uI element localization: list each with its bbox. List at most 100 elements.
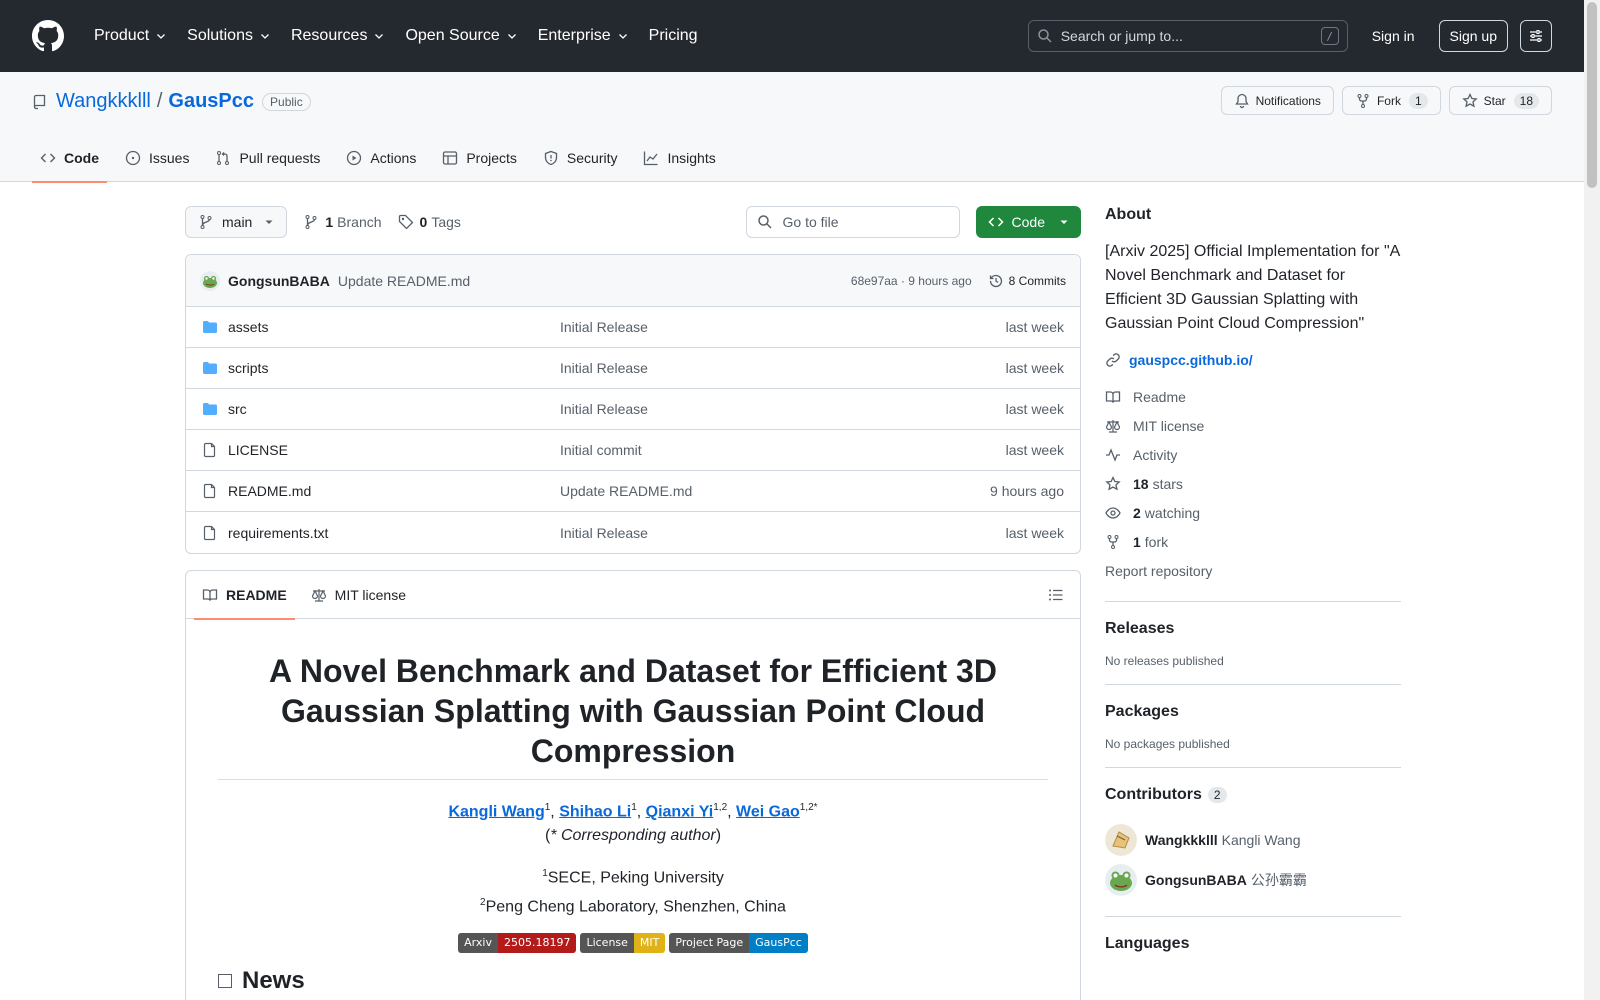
fork-label: fork bbox=[1144, 533, 1169, 550]
file-commit-message[interactable]: Initial commit bbox=[560, 442, 1006, 458]
watchers-link[interactable]: 2 watching bbox=[1105, 498, 1401, 527]
stars-count: 18 bbox=[1133, 475, 1149, 492]
readme-badge[interactable]: License MIT bbox=[580, 932, 666, 953]
sliders-menu-button[interactable] bbox=[1520, 20, 1552, 52]
readme-link[interactable]: Readme bbox=[1105, 382, 1401, 411]
author-link[interactable]: Qianxi Yi bbox=[646, 803, 714, 820]
file-row[interactable]: README.md Update README.md 9 hours ago bbox=[186, 471, 1080, 512]
sign-in-link[interactable]: Sign in bbox=[1372, 28, 1415, 44]
book-icon bbox=[1105, 390, 1121, 403]
repo-title: Wangkkklll / GausPcc Public bbox=[32, 90, 311, 113]
file-navigation: main 1 Branch 0 Tags Go to file Code bbox=[185, 206, 1081, 238]
notifications-label: Notifications bbox=[1255, 93, 1321, 108]
branch-selector[interactable]: main bbox=[185, 206, 288, 238]
activity-link[interactable]: Activity bbox=[1105, 440, 1401, 469]
sign-up-button[interactable]: Sign up bbox=[1438, 20, 1508, 52]
tab-mit-license[interactable]: MIT license bbox=[303, 571, 414, 619]
author-link[interactable]: Wei Gao bbox=[736, 803, 800, 820]
commits-history-link[interactable]: 8 Commits bbox=[988, 273, 1066, 289]
tab-security[interactable]: Security bbox=[535, 134, 626, 182]
packages-empty-text: No packages published bbox=[1105, 737, 1230, 751]
tab-insights[interactable]: Insights bbox=[635, 134, 723, 182]
tab-readme[interactable]: README bbox=[194, 571, 295, 620]
license-link[interactable]: MIT license bbox=[1105, 411, 1401, 440]
file-commit-message[interactable]: Initial Release bbox=[560, 319, 1006, 335]
file-commit-message[interactable]: Initial Release bbox=[560, 401, 1006, 417]
author-sup: 1 bbox=[544, 802, 551, 813]
nav-product[interactable]: Product bbox=[86, 20, 175, 52]
avatar[interactable] bbox=[200, 270, 220, 291]
go-to-file-input[interactable]: Go to file bbox=[745, 206, 960, 238]
file-commit-date: last week bbox=[1005, 360, 1064, 376]
chevron-down-icon bbox=[157, 34, 166, 39]
file-row[interactable]: requirements.txt Initial Release last week bbox=[186, 512, 1080, 553]
report-repository-link[interactable]: Report repository bbox=[1105, 556, 1401, 585]
contributor-item[interactable]: Wangkkklll Kangli Wang bbox=[1105, 820, 1401, 860]
stars-link[interactable]: 18 stars bbox=[1105, 469, 1401, 498]
file-list: GongsunBABA Update README.md 68e97aa · 9… bbox=[185, 254, 1081, 554]
file-commit-message[interactable]: Initial Release bbox=[560, 525, 1006, 541]
readme-tabs: README MIT license bbox=[186, 571, 1080, 620]
repo-owner-link[interactable]: Wangkkklll bbox=[56, 90, 151, 113]
contributors-heading[interactable]: Contributors 2 bbox=[1105, 786, 1401, 804]
nav-open-source[interactable]: Open Source bbox=[397, 20, 525, 52]
tab-projects[interactable]: Projects bbox=[434, 134, 525, 182]
file-name-link[interactable]: assets bbox=[228, 319, 560, 335]
homepage-link[interactable]: gauspcc.github.io/ bbox=[1105, 352, 1401, 368]
commit-hash-time[interactable]: 68e97aa · 9 hours ago bbox=[851, 274, 972, 288]
nav-enterprise[interactable]: Enterprise bbox=[530, 20, 637, 52]
global-search-input[interactable]: Search or jump to... / bbox=[1027, 20, 1348, 52]
author-link[interactable]: Kangli Wang bbox=[448, 803, 544, 820]
header-right: Search or jump to... / Sign in Sign up bbox=[1027, 20, 1552, 52]
nav-resources[interactable]: Resources bbox=[283, 20, 393, 52]
releases-empty-text: No releases published bbox=[1105, 654, 1224, 668]
book-icon bbox=[202, 588, 218, 601]
nav-solutions[interactable]: Solutions bbox=[179, 20, 279, 52]
fork-button[interactable]: Fork 1 bbox=[1341, 86, 1441, 115]
file-row[interactable]: scripts Initial Release last week bbox=[186, 348, 1080, 389]
file-name-link[interactable]: LICENSE bbox=[228, 442, 560, 458]
star-button[interactable]: Star 18 bbox=[1448, 86, 1552, 115]
commit-author-link[interactable]: GongsunBABA bbox=[228, 273, 330, 289]
file-name-link[interactable]: src bbox=[228, 401, 560, 417]
list-unordered-icon[interactable] bbox=[1048, 587, 1064, 603]
tab-pull-requests[interactable]: Pull requests bbox=[207, 134, 328, 182]
star-icon bbox=[1461, 92, 1478, 107]
nav-pricing[interactable]: Pricing bbox=[641, 20, 706, 52]
author-link[interactable]: Shihao Li bbox=[559, 803, 631, 820]
packages-heading[interactable]: Packages bbox=[1105, 703, 1401, 721]
branch-count: 1 bbox=[325, 214, 334, 230]
file-commit-message[interactable]: Initial Release bbox=[560, 360, 1006, 376]
readme-badge[interactable]: Arxiv 2505.18197 bbox=[458, 932, 577, 953]
search-placeholder: Search or jump to... bbox=[1060, 28, 1183, 44]
commit-message-link[interactable]: Update README.md bbox=[338, 273, 470, 289]
star-count: 18 bbox=[1513, 92, 1539, 109]
github-logo-icon[interactable] bbox=[32, 20, 64, 52]
tab-issues[interactable]: Issues bbox=[117, 134, 197, 182]
file-name-link[interactable]: scripts bbox=[228, 360, 560, 376]
file-commit-message[interactable]: Update README.md bbox=[560, 483, 990, 499]
file-row[interactable]: LICENSE Initial commit last week bbox=[186, 430, 1080, 471]
latest-commit-bar: GongsunBABA Update README.md 68e97aa · 9… bbox=[186, 255, 1080, 307]
releases-section: Releases No releases published bbox=[1105, 601, 1401, 668]
repo-name-link[interactable]: GausPcc bbox=[168, 90, 254, 113]
readme-badge[interactable]: Project Page GausPcc bbox=[669, 932, 808, 953]
readme-badges: Arxiv 2505.18197 License MIT Project Page Gau… bbox=[218, 932, 1048, 953]
forks-link[interactable]: 1 fork bbox=[1105, 527, 1401, 556]
file-name-link[interactable]: README.md bbox=[228, 483, 560, 499]
license-link-label: MIT license bbox=[1133, 417, 1205, 434]
tags-link[interactable]: 0 Tags bbox=[398, 214, 461, 230]
tab-code[interactable]: Code bbox=[32, 134, 107, 183]
tab-actions[interactable]: Actions bbox=[338, 134, 424, 182]
page-scrollbar[interactable] bbox=[1584, 0, 1600, 1000]
file-row[interactable]: assets Initial Release last week bbox=[186, 307, 1080, 348]
file-name-link[interactable]: requirements.txt bbox=[228, 525, 560, 541]
branches-link[interactable]: 1 Branch bbox=[303, 214, 382, 230]
code-dropdown-button[interactable]: Code bbox=[975, 206, 1081, 238]
file-row[interactable]: src Initial Release last week bbox=[186, 389, 1080, 430]
about-links: Readme MIT license Activity 18 stars 2 wat… bbox=[1105, 382, 1401, 585]
releases-heading[interactable]: Releases bbox=[1105, 620, 1401, 638]
scrollbar-thumb[interactable] bbox=[1587, 2, 1597, 188]
contributor-item[interactable]: GongsunBABA 公孙霸霸 bbox=[1105, 860, 1401, 900]
notifications-button[interactable]: Notifications bbox=[1220, 86, 1334, 115]
